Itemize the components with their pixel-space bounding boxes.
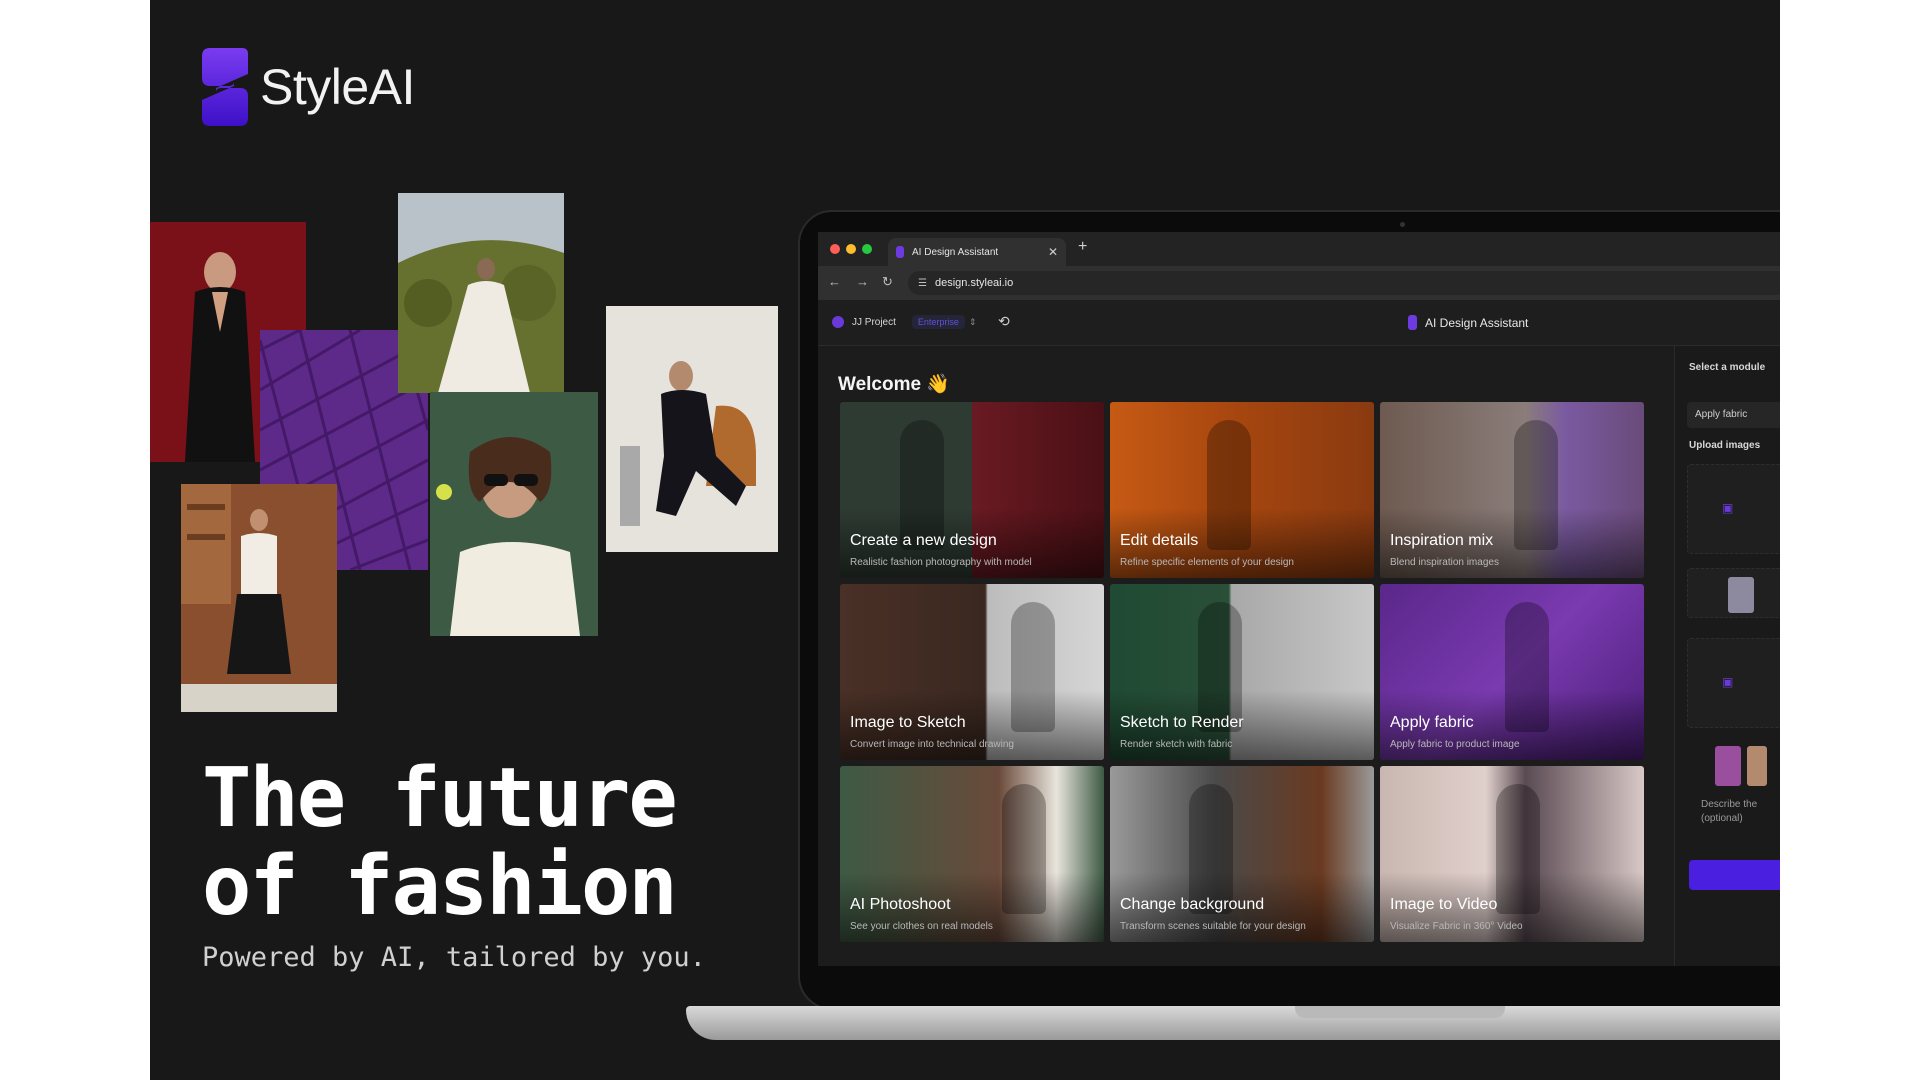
module-card-ai-photoshoot[interactable]: AI Photoshoot See your clothes on real mo…: [840, 766, 1104, 942]
laptop-base: [686, 1006, 1780, 1040]
project-switcher[interactable]: JJ Project Enterprise ⇕: [832, 315, 976, 329]
project-avatar: [832, 316, 844, 328]
hero-headline: The future of fashion: [202, 751, 678, 934]
chevron-updown-icon: ⇕: [968, 316, 977, 327]
module-card-title: Image to Sketch: [850, 714, 966, 731]
upload-icon: ▣: [1722, 501, 1734, 515]
app-title: AI Design Assistant: [1425, 315, 1529, 330]
photo-hills-gown: [398, 193, 564, 393]
module-card-title: Inspiration mix: [1390, 532, 1494, 549]
welcome-heading: Welcome 👋: [838, 374, 951, 395]
module-card-create-new-design[interactable]: Create a new design Realistic fashion pho…: [840, 402, 1104, 578]
logo-mark-icon: [202, 48, 248, 126]
settings-panel: Select a module Apply fabric Upload imag…: [1674, 346, 1780, 966]
site-settings-icon[interactable]: ☰: [918, 278, 927, 289]
module-card-title: Apply fabric: [1390, 714, 1474, 731]
module-card-sketch-to-render[interactable]: Sketch to Render Render sketch with fabri…: [1110, 584, 1374, 760]
brand-logo: StyleAI: [202, 48, 415, 126]
module-card-subtitle: Refine specific elements of your design: [1120, 557, 1294, 568]
module-card-image-to-video[interactable]: Image to Video Visualize Fabric in 360° V…: [1380, 766, 1644, 942]
history-icon[interactable]: ⟲: [998, 313, 1010, 330]
window-close-button[interactable]: [830, 244, 840, 254]
module-card-subtitle: Visualize Fabric in 360° Video: [1390, 921, 1523, 932]
select-module-label: Select a module: [1689, 362, 1766, 373]
laptop-camera: [1400, 222, 1405, 227]
module-card-subtitle: Blend inspiration images: [1390, 557, 1499, 568]
module-select[interactable]: Apply fabric: [1687, 402, 1780, 428]
module-card-title: AI Photoshoot: [850, 896, 951, 913]
generate-button[interactable]: [1689, 860, 1780, 890]
photo-green-sunglasses: [430, 392, 598, 636]
module-card-subtitle: Realistic fashion photography with model: [850, 557, 1032, 568]
describe-field[interactable]: Describe the (optional): [1701, 798, 1777, 826]
module-card-subtitle: Convert image into technical drawing: [850, 739, 1014, 750]
url-field[interactable]: ☰ design.styleai.io: [908, 271, 1780, 295]
module-card-apply-fabric[interactable]: Apply fabric Apply fabric to product imag…: [1380, 584, 1644, 760]
module-card-subtitle: Render sketch with fabric: [1120, 739, 1233, 750]
thumbnail-fabric[interactable]: [1715, 746, 1741, 786]
module-card-inspiration-mix[interactable]: Inspiration mix Blend inspiration images: [1380, 402, 1644, 578]
browser-address-bar: ← → ↻ ☰ design.styleai.io: [818, 266, 1780, 300]
module-card-title: Edit details: [1120, 532, 1199, 549]
module-card-subtitle: Apply fabric to product image: [1390, 739, 1520, 750]
thumbnail-strip-1: [1687, 568, 1780, 618]
new-tab-icon[interactable]: +: [1078, 238, 1087, 256]
tab-title: AI Design Assistant: [912, 246, 999, 258]
module-card-title: Change background: [1120, 896, 1265, 913]
upload-dropzone-2[interactable]: ▣: [1687, 638, 1780, 728]
plan-badge: Enterprise: [911, 315, 965, 329]
upload-dropzone-1[interactable]: ▣: [1687, 464, 1780, 554]
window-minimize-button[interactable]: [846, 244, 856, 254]
module-card-title: Create a new design: [850, 532, 997, 549]
module-card-subtitle: See your clothes on real models: [850, 921, 993, 932]
app-logo-icon: [1408, 315, 1417, 330]
tab-close-icon[interactable]: ✕: [1048, 245, 1058, 259]
browser-tab[interactable]: AI Design Assistant ✕: [888, 238, 1066, 266]
window-maximize-button[interactable]: [862, 244, 872, 254]
app-title-group: AI Design Assistant: [1408, 315, 1528, 330]
hero-headline-line-1: The future: [202, 751, 678, 846]
module-card-image-to-sketch[interactable]: Image to Sketch Convert image into techni…: [840, 584, 1104, 760]
upload-icon-2: ▣: [1722, 675, 1734, 689]
thumbnail-image[interactable]: [1728, 577, 1754, 613]
app-header: JJ Project Enterprise ⇕ ⟲ AI Design Assi…: [818, 300, 1780, 346]
hero-tagline: Powered by AI, tailored by you.: [202, 942, 706, 973]
project-name: JJ Project: [852, 316, 896, 328]
photo-studio-man: [606, 306, 778, 552]
reload-icon[interactable]: ↻: [882, 274, 893, 290]
tab-favicon-icon: [896, 246, 904, 258]
module-card-title: Sketch to Render: [1120, 714, 1244, 731]
hero-headline-line-2: of fashion: [202, 839, 678, 934]
forward-arrow-icon[interactable]: →: [856, 274, 869, 289]
brand-name: StyleAI: [260, 59, 415, 115]
module-card-change-background[interactable]: Change background Transform scenes suitab…: [1110, 766, 1374, 942]
laptop-notch: [1295, 1006, 1505, 1018]
module-card-subtitle: Transform scenes suitable for your desig…: [1120, 921, 1306, 932]
thumbnail-fabric-2[interactable]: [1747, 746, 1767, 786]
hero-banner: StyleAI The future of fashion Powered by…: [150, 0, 1780, 1080]
browser-tab-bar: AI Design Assistant ✕ +: [818, 232, 1780, 266]
laptop-screen: AI Design Assistant ✕ + ← → ↻ ☰ design.s…: [818, 232, 1780, 966]
back-arrow-icon[interactable]: ←: [828, 274, 841, 289]
module-card-edit-details[interactable]: Edit details Refine specific elements of …: [1110, 402, 1374, 578]
photo-kitchen-outfit: [181, 484, 337, 712]
module-card-title: Image to Video: [1390, 896, 1498, 913]
upload-images-label: Upload images: [1689, 440, 1761, 451]
url-text: design.styleai.io: [934, 277, 1014, 289]
